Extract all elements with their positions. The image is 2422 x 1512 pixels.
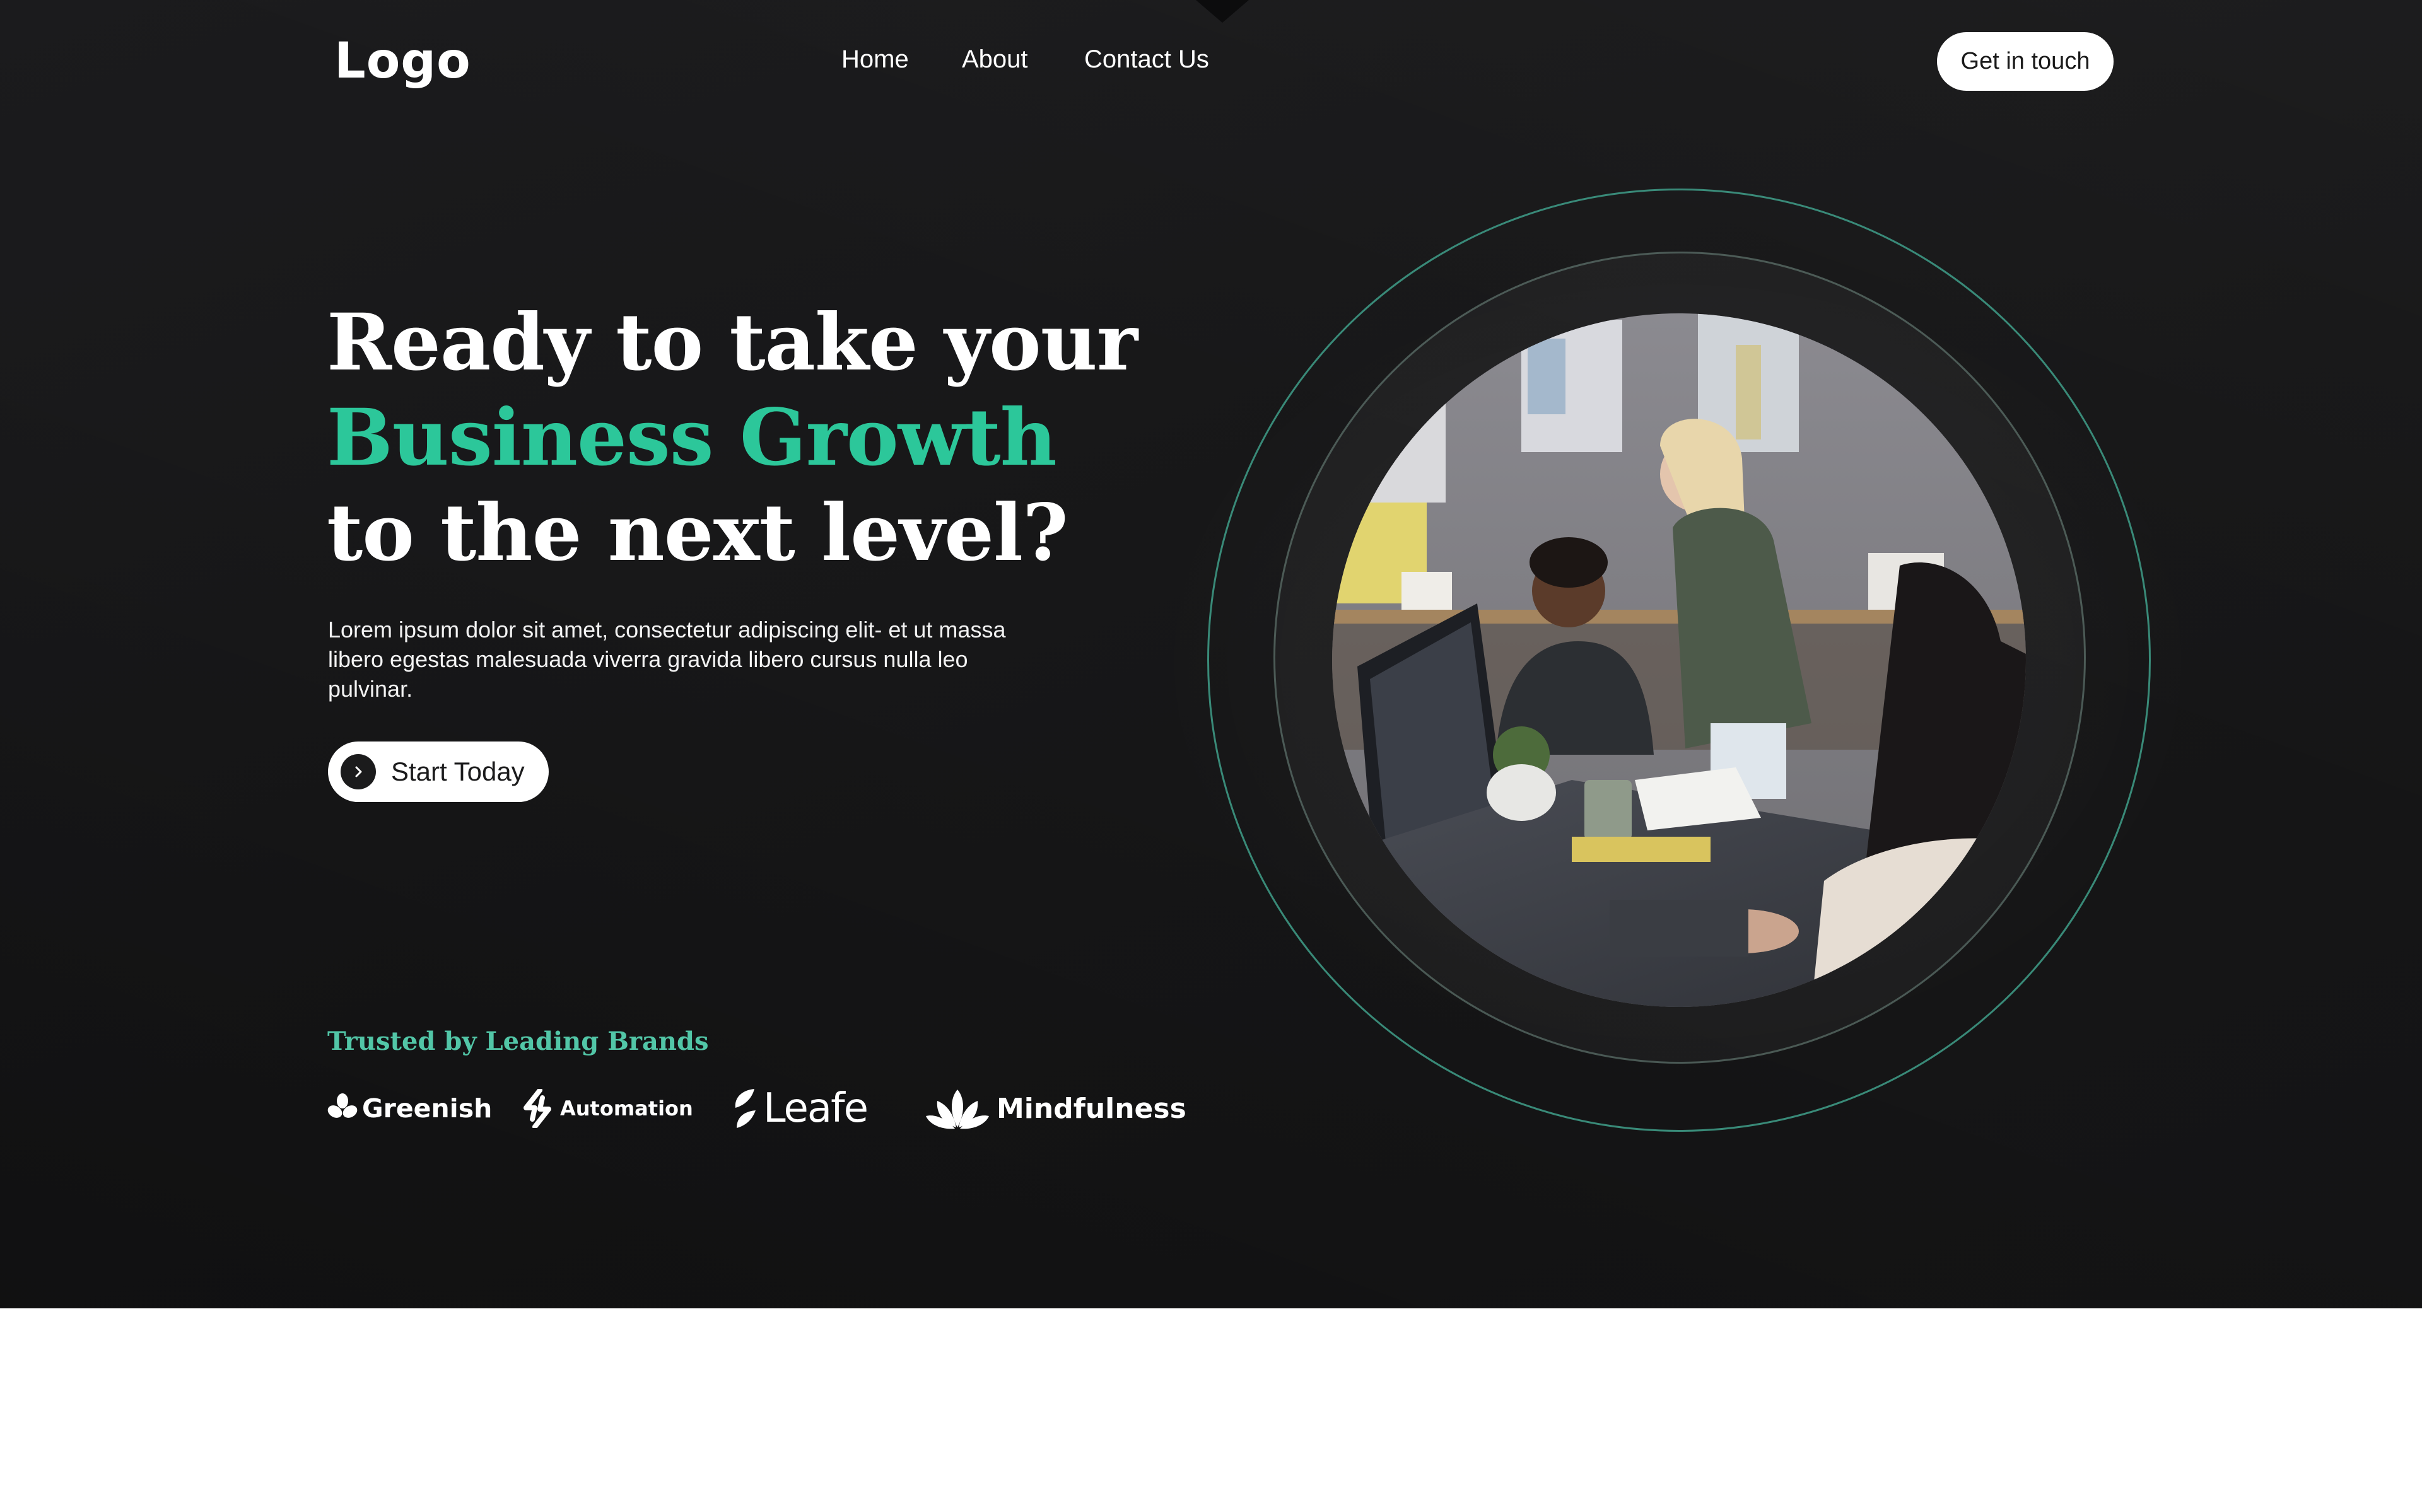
- hero-section: Logo Home About Contact Us Get in touch …: [0, 0, 2422, 1308]
- leaf-icon: [735, 1089, 756, 1128]
- brand-name-mindfulness: Mindfulness: [997, 1092, 1186, 1125]
- brand-name-leafe: Leafe: [763, 1085, 869, 1132]
- sync-icon: [524, 1089, 551, 1128]
- start-today-label: Start Today: [391, 757, 525, 786]
- site-logo[interactable]: Logo: [334, 33, 471, 90]
- headline-line-1: Ready to take your: [327, 297, 1138, 388]
- nav-link-home[interactable]: Home: [841, 45, 909, 74]
- nav-link-about[interactable]: About: [962, 45, 1028, 74]
- brand-name-automation: Automation: [560, 1096, 693, 1120]
- top-notch-decoration: [1196, 0, 1249, 23]
- trusted-heading: Trusted by Leading Brands: [327, 1026, 709, 1056]
- headline-line-3: to the next level?: [327, 487, 1068, 579]
- start-today-button[interactable]: Start Today: [328, 741, 549, 802]
- brand-logo-mindfulness: Mindfulness: [925, 1086, 1186, 1131]
- team-working-in-office-photo: [1332, 313, 2026, 1007]
- hero-description: Lorem ipsum dolor sit amet, consectetur …: [328, 617, 1006, 702]
- chevron-right-icon: [341, 754, 376, 789]
- nav-link-contact[interactable]: Contact Us: [1084, 45, 1209, 74]
- brand-logo-leafe: Leafe: [730, 1085, 869, 1132]
- hero-headline: Ready to take your Business Growth to th…: [327, 295, 1138, 581]
- flower-icon: [327, 1093, 358, 1118]
- brand-name-greenish: Greenish: [362, 1093, 493, 1124]
- brand-logo-automation: Automation: [521, 1086, 693, 1131]
- get-in-touch-button[interactable]: Get in touch: [1937, 32, 2114, 91]
- brand-logo-greenish: Greenish: [327, 1086, 492, 1131]
- lotus-icon: [926, 1090, 989, 1129]
- headline-accent-line: Business Growth: [327, 392, 1057, 484]
